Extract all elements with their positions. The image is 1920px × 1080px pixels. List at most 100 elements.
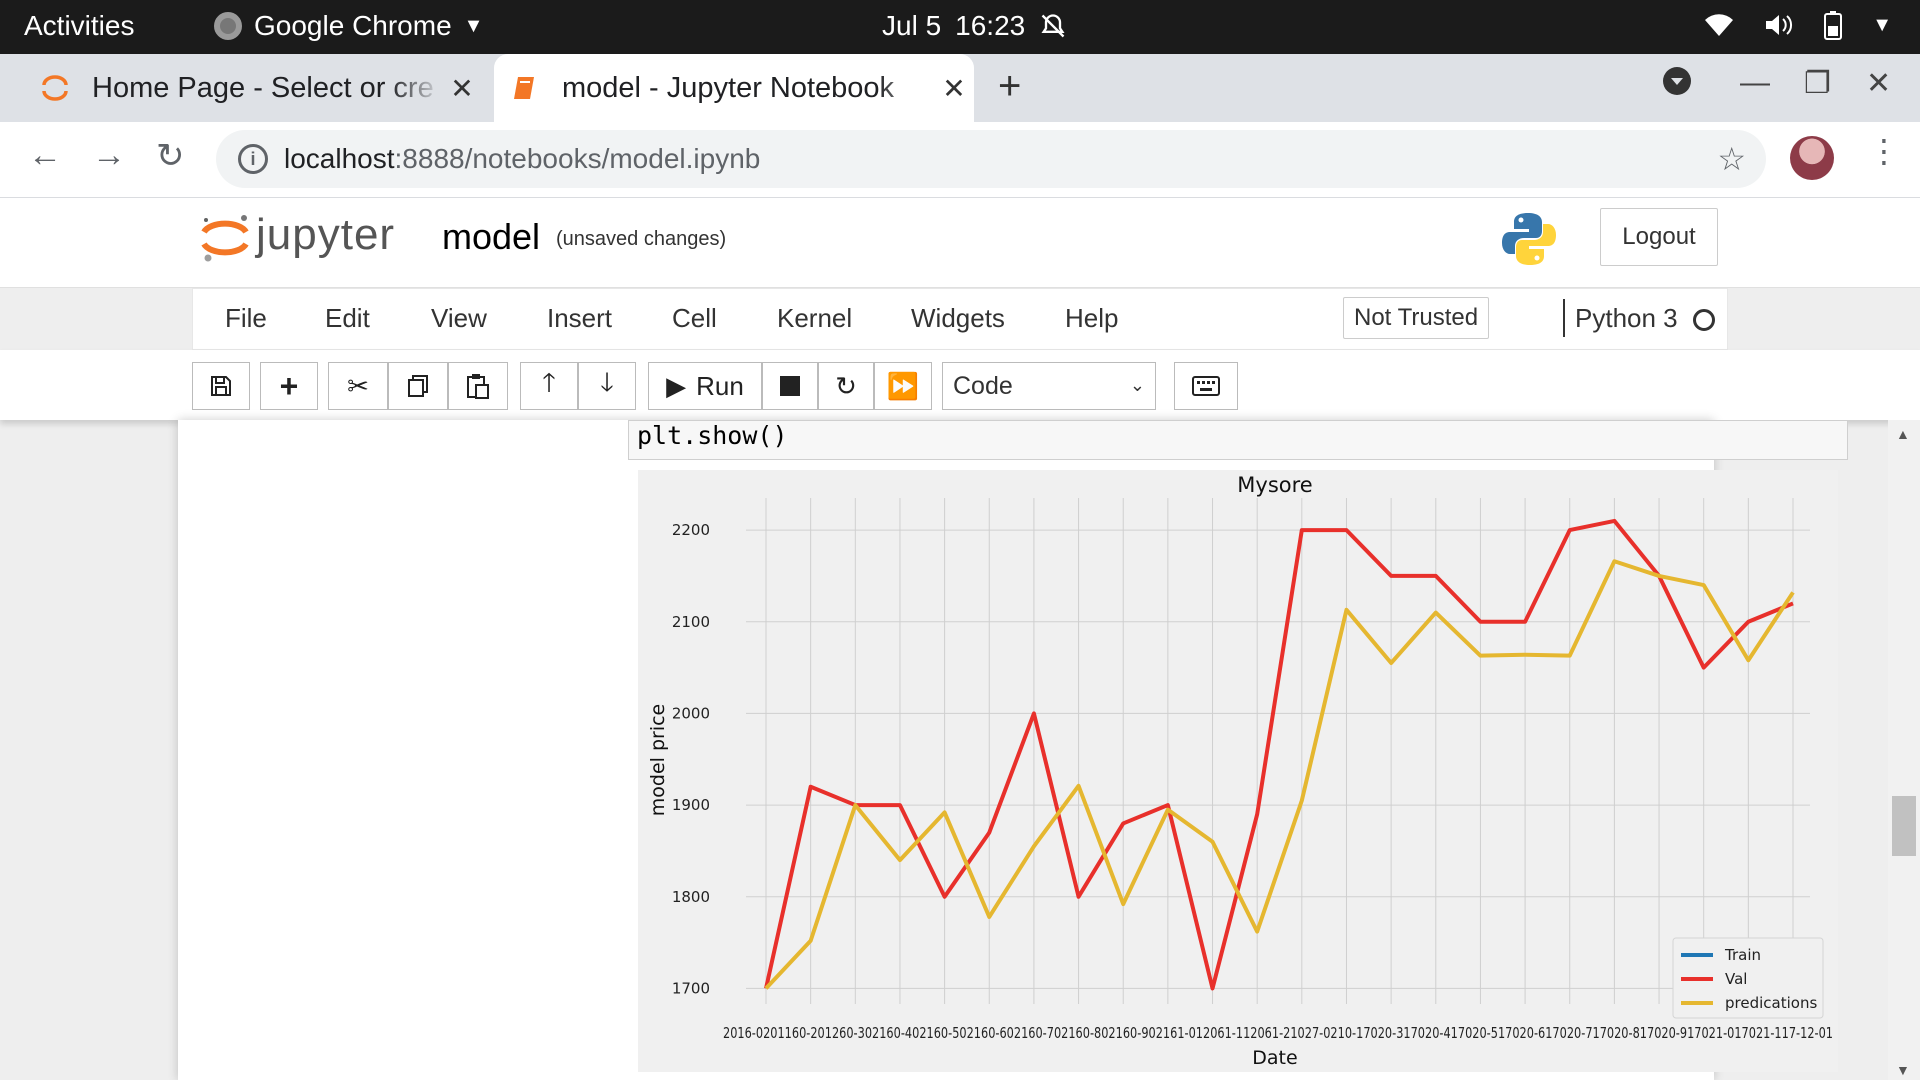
new-tab-icon[interactable]: + xyxy=(998,64,1021,109)
insert-cell-button[interactable]: + xyxy=(260,362,318,410)
time: 16:23 xyxy=(955,10,1026,41)
arrow-up-icon: 🡑 xyxy=(542,367,556,397)
site-info-icon[interactable]: i xyxy=(238,144,268,174)
url-path: :8888/notebooks/model.ipynb xyxy=(394,143,761,174)
wifi-icon xyxy=(1705,14,1734,36)
stop-icon xyxy=(780,376,800,396)
jupyter-header: jupyter model (unsaved changes) Logout xyxy=(0,198,1920,288)
menu-insert[interactable]: Insert xyxy=(547,303,612,334)
tab-model-notebook[interactable]: model - Jupyter Notebook ✕ xyxy=(494,54,974,122)
interrupt-button[interactable] xyxy=(762,362,818,410)
system-top-bar: Activities Google Chrome ▼ Jul 5 16:23 ▼ xyxy=(0,0,1920,54)
jupyter-favicon-icon xyxy=(42,75,68,101)
battery-icon xyxy=(1824,11,1843,40)
minimize-icon[interactable]: — xyxy=(1740,66,1770,100)
run-label: Run xyxy=(696,370,744,401)
y-tick-label: 2200 xyxy=(672,521,710,539)
kernel-name[interactable]: Python 3 xyxy=(1575,303,1678,334)
save-button[interactable] xyxy=(192,362,250,410)
tab-title: model - Jupyter Notebook xyxy=(562,71,895,104)
volume-icon xyxy=(1766,15,1793,35)
notifications-off-icon xyxy=(1041,14,1065,38)
system-tray[interactable]: ▼ xyxy=(1704,10,1892,40)
menu-file[interactable]: File xyxy=(225,303,267,334)
copy-icon xyxy=(408,375,428,397)
tab-strip: Home Page - Select or cre ✕ model - Jupy… xyxy=(0,54,1920,122)
trust-button[interactable]: Not Trusted xyxy=(1343,297,1490,339)
kernel-idle-indicator-icon xyxy=(1693,309,1715,331)
keyboard-icon xyxy=(1192,376,1220,396)
arrow-down-icon: 🡓 xyxy=(600,367,614,397)
page-scrollbar[interactable]: ▲ ▼ xyxy=(1888,420,1920,1080)
legend-label: Train xyxy=(1724,946,1761,964)
legend-label: predications xyxy=(1725,994,1817,1012)
python-logo-icon xyxy=(1502,213,1556,265)
jupyter-logo-icon[interactable] xyxy=(200,212,252,264)
scroll-down-icon[interactable]: ▼ xyxy=(1896,1062,1910,1078)
restart-run-all-button[interactable]: ⏩ xyxy=(874,362,932,410)
restart-icon: ↻ xyxy=(835,370,857,401)
bookmark-star-icon[interactable]: ☆ xyxy=(1717,140,1746,178)
close-window-icon[interactable]: ✕ xyxy=(1866,66,1891,101)
cell-type-value: Code xyxy=(953,371,1013,400)
app-name: Google Chrome xyxy=(254,10,452,41)
move-down-button[interactable]: 🡓 xyxy=(578,362,636,410)
activities-button[interactable]: Activities xyxy=(24,10,134,42)
close-tab-icon[interactable]: ✕ xyxy=(934,72,974,105)
menu-kernel[interactable]: Kernel xyxy=(777,303,852,334)
play-icon: ▶ xyxy=(666,370,687,401)
clock[interactable]: Jul 5 16:23 xyxy=(882,10,1067,42)
paste-button[interactable] xyxy=(448,362,508,410)
run-button[interactable]: ▶ Run xyxy=(648,362,762,410)
reload-icon[interactable]: ↻ xyxy=(156,136,185,176)
scissors-icon: ✂ xyxy=(347,370,369,401)
cut-button[interactable]: ✂ xyxy=(328,362,388,410)
y-tick-label: 1900 xyxy=(672,796,710,814)
tab-search-icon[interactable] xyxy=(1662,66,1692,104)
move-up-button[interactable]: 🡑 xyxy=(520,362,578,410)
notebook-favicon-icon xyxy=(514,77,534,99)
x-tick-labels: 2016-0201160-201260-302160-402160-502160… xyxy=(723,1024,1833,1042)
tab-title: Home Page - Select or cre xyxy=(92,71,434,104)
jupyter-wordmark[interactable]: jupyter xyxy=(256,210,395,260)
y-tick-label: 2000 xyxy=(672,704,710,722)
series-line-predications xyxy=(764,559,1795,990)
y-axis-label: model price xyxy=(647,704,669,817)
series-line-val xyxy=(764,518,1794,991)
app-menu[interactable]: Google Chrome ▼ xyxy=(214,10,483,42)
more-menu-icon[interactable]: ⋮ xyxy=(1868,132,1900,170)
address-bar[interactable]: i localhost :8888/notebooks/model.ipynb … xyxy=(216,130,1766,188)
save-status: (unsaved changes) xyxy=(556,228,727,250)
close-tab-icon[interactable]: ✕ xyxy=(442,72,482,105)
profile-avatar[interactable] xyxy=(1790,136,1834,180)
scroll-up-icon[interactable]: ▲ xyxy=(1896,426,1910,442)
y-tick-label: 2100 xyxy=(672,613,710,631)
browser-toolbar: ← → ↻ i localhost :8888/notebooks/model.… xyxy=(0,122,1920,198)
menu-widgets[interactable]: Widgets xyxy=(911,303,1005,334)
chart-title: Mysore xyxy=(1237,473,1312,497)
line-chart: 1700 1800 1900 2000 2100 2200 Mysore Date model … xyxy=(647,473,1833,1069)
copy-button[interactable] xyxy=(388,362,448,410)
menu-help[interactable]: Help xyxy=(1065,303,1118,334)
code-cell[interactable]: plt.show() xyxy=(628,420,1848,460)
menu-cell[interactable]: Cell xyxy=(672,303,717,334)
scrollbar-thumb[interactable] xyxy=(1892,796,1916,856)
notebook-toolbar: + ✂ 🡑 🡓 ▶ Run ↻ ⏩ Code ⌄ xyxy=(0,350,1920,420)
menu-view[interactable]: View xyxy=(431,303,487,334)
menu-edit[interactable]: Edit xyxy=(325,303,370,334)
url-host: localhost xyxy=(284,143,395,174)
command-palette-button[interactable] xyxy=(1174,362,1238,410)
cell-type-select[interactable]: Code ⌄ xyxy=(942,362,1156,410)
y-tick-label: 1800 xyxy=(672,888,710,906)
restore-icon[interactable]: ❐ xyxy=(1804,66,1831,101)
notebook-container: plt.show() 1700 1800 1900 2000 2100 2200 Mysor… xyxy=(178,420,1848,1080)
forward-icon[interactable]: → xyxy=(92,136,126,175)
tab-home-page[interactable]: Home Page - Select or cre ✕ xyxy=(24,54,482,122)
notebook-name[interactable]: model xyxy=(442,216,540,258)
code-line: plt.show() xyxy=(637,421,788,450)
fast-forward-icon: ⏩ xyxy=(886,370,920,401)
logout-button[interactable]: Logout xyxy=(1600,208,1718,266)
save-icon xyxy=(211,376,231,396)
back-icon[interactable]: ← xyxy=(28,136,62,175)
restart-button[interactable]: ↻ xyxy=(818,362,874,410)
